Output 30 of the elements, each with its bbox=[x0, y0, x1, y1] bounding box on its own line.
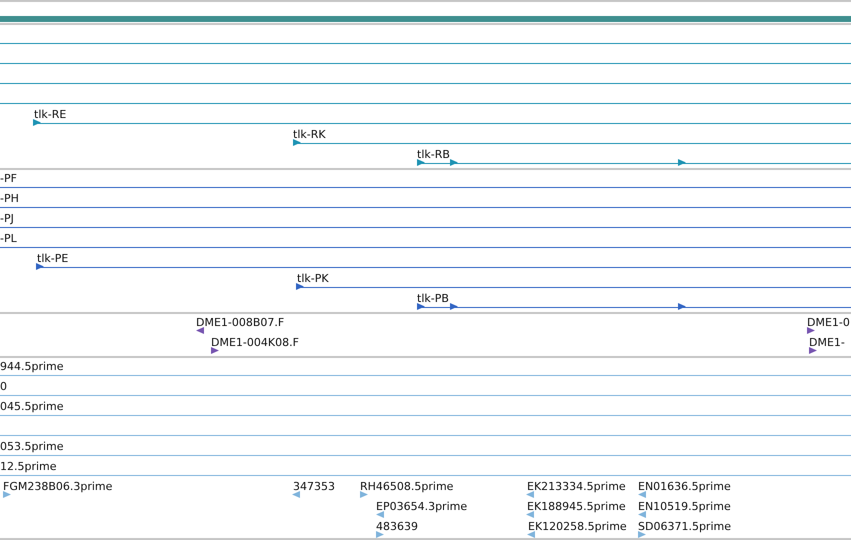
feature-label: tlk-PB bbox=[417, 292, 449, 305]
feature-label: EK213334.5prime bbox=[527, 480, 626, 493]
feature-label: -PL bbox=[0, 232, 17, 245]
feature-label: DME1- bbox=[809, 336, 845, 349]
feature-label: DME1-004K08.F bbox=[211, 336, 299, 349]
feature-label: 347353 bbox=[293, 480, 335, 493]
feature-label: 12.5prime bbox=[0, 460, 57, 473]
feature-label: DME1-008B07.F bbox=[196, 316, 284, 329]
feature-label: EN01636.5prime bbox=[638, 480, 731, 493]
feature-label: 045.5prime bbox=[0, 400, 64, 413]
feature-label: EK188945.5prime bbox=[527, 500, 626, 513]
feature-label: EK120258.5prime bbox=[528, 520, 627, 533]
feature-label: -PH bbox=[0, 192, 19, 205]
feature-label: EN10519.5prime bbox=[638, 500, 731, 513]
feature-label: tlk-PE bbox=[37, 252, 68, 265]
feature-label: 483639 bbox=[376, 520, 418, 533]
feature-label: tlk-RB bbox=[417, 148, 450, 161]
feature-label: -PF bbox=[0, 172, 17, 185]
feature-label: EP03654.3prime bbox=[376, 500, 468, 513]
feature-label: RH46508.5prime bbox=[360, 480, 454, 493]
feature-label: tlk-PK bbox=[297, 272, 329, 285]
feature-label: 053.5prime bbox=[0, 440, 64, 453]
feature-label: FGM238B06.3prime bbox=[3, 480, 112, 493]
feature-label: tlk-RE bbox=[34, 108, 66, 121]
feature-label: 944.5prime bbox=[0, 360, 64, 373]
feature-label: -PJ bbox=[0, 212, 14, 225]
feature-label: 0 bbox=[0, 380, 7, 393]
feature-label: tlk-RK bbox=[293, 128, 326, 141]
feature-label: DME1-0 bbox=[807, 316, 850, 329]
feature-label: SD06371.5prime bbox=[638, 520, 731, 533]
